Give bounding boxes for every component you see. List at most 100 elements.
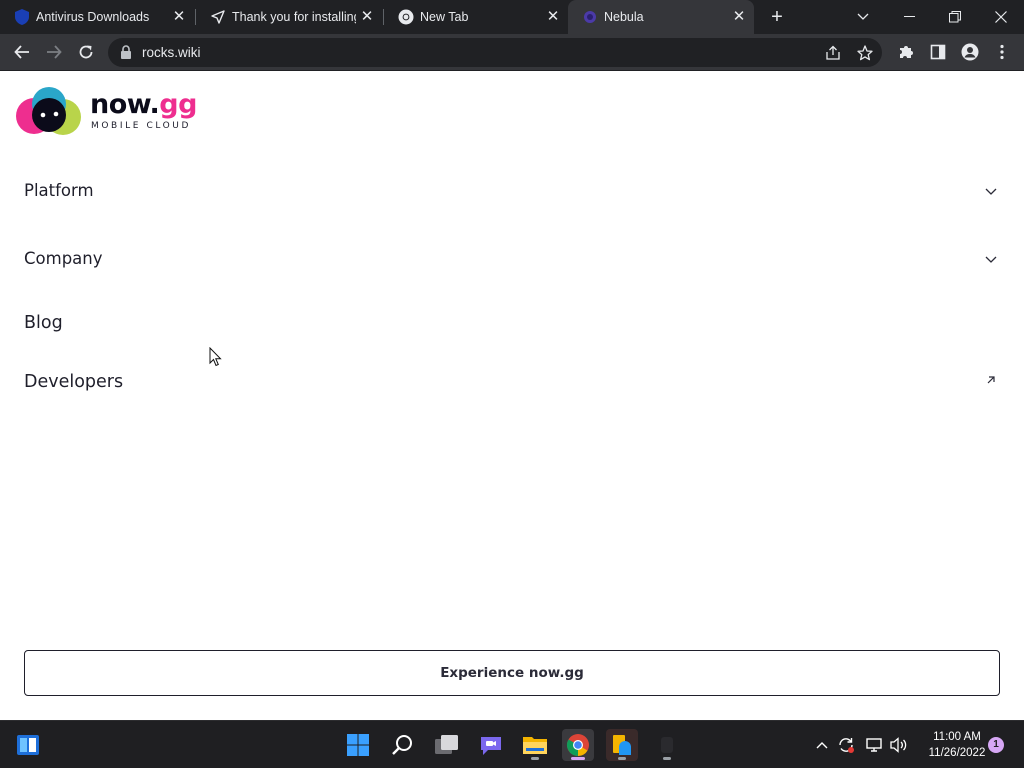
chevron-down-icon [985, 188, 997, 195]
clock-date: 11/26/2022 [928, 747, 986, 759]
shield-icon [14, 9, 30, 25]
task-view-icon [435, 735, 458, 754]
network-button[interactable] [864, 735, 884, 755]
back-arrow-icon [14, 45, 29, 59]
tab-title: Thank you for installing [232, 10, 356, 24]
share-icon[interactable] [823, 43, 843, 63]
chrome-icon [567, 734, 589, 756]
forward-arrow-icon [47, 45, 62, 59]
tab-title: Antivirus Downloads [36, 10, 150, 24]
url-text[interactable]: rocks.wiki [142, 45, 201, 60]
nav-item-developers[interactable]: Developers [24, 367, 1000, 397]
tab-title: Nebula [604, 10, 644, 24]
minimize-icon [903, 16, 915, 17]
search-icon [392, 735, 412, 755]
tab-search-button[interactable] [840, 0, 886, 34]
reload-button[interactable] [74, 40, 98, 64]
forward-button[interactable] [42, 40, 66, 64]
experience-now-gg-button[interactable]: Experience now.gg [24, 650, 1000, 696]
close-window-button[interactable] [978, 0, 1024, 34]
windows-logo-icon [347, 734, 369, 756]
close-tab-icon[interactable]: ✕ [170, 8, 188, 26]
external-link-icon [987, 376, 995, 384]
network-icon [866, 738, 882, 752]
web-page: now.gg MOBILE CLOUD Platform Company Blo… [0, 71, 1024, 720]
lock-icon[interactable] [120, 45, 134, 59]
running-indicator [531, 757, 539, 760]
address-bar[interactable]: rocks.wiki [108, 38, 882, 67]
tab-title: New Tab [420, 10, 469, 24]
restore-icon [949, 11, 961, 23]
nebula-icon [582, 9, 598, 25]
volume-button[interactable] [889, 735, 909, 755]
widgets-button[interactable] [12, 729, 44, 761]
minimize-button[interactable] [886, 0, 932, 34]
nav-item-platform[interactable]: Platform [24, 176, 1000, 206]
puzzle-icon [900, 46, 913, 58]
file-explorer-button[interactable] [519, 729, 551, 761]
chrome-icon [398, 9, 414, 25]
teams-chat-button[interactable] [475, 729, 507, 761]
logo-mascot-icon [16, 87, 81, 135]
reload-icon [79, 45, 93, 59]
chrome-taskbar-button[interactable] [562, 729, 594, 761]
notification-badge[interactable]: 1 [988, 737, 1004, 753]
logo-word-accent: gg [159, 89, 197, 120]
dark-app-icon [661, 737, 673, 753]
extensions-button[interactable] [894, 40, 918, 64]
close-tab-icon[interactable]: ✕ [730, 8, 748, 26]
app-icon [613, 735, 631, 755]
nav-item-label: Platform [24, 181, 94, 200]
nav-item-label: Developers [24, 372, 124, 392]
browser-tab-strip: Antivirus Downloads ✕ Thank you for inst… [0, 0, 1024, 34]
running-indicator [663, 757, 671, 760]
profile-button[interactable] [958, 40, 982, 64]
mouse-cursor-icon [209, 347, 222, 367]
close-tab-icon[interactable]: ✕ [358, 8, 376, 26]
chat-icon [481, 737, 501, 755]
new-tab-button[interactable]: + [766, 6, 788, 28]
nav-item-blog[interactable]: Blog [24, 308, 1000, 338]
widgets-icon [17, 735, 39, 755]
tab-thank-you[interactable]: Thank you for installing ✕ [196, 0, 382, 34]
bookmark-star-icon[interactable] [855, 43, 875, 63]
chevron-down-icon [985, 256, 997, 263]
menu-button[interactable] [990, 40, 1014, 64]
nav-item-company[interactable]: Company [24, 244, 1000, 274]
app-taskbar-button[interactable] [606, 729, 638, 761]
close-icon [995, 11, 1007, 23]
search-button[interactable] [387, 729, 419, 761]
folder-icon [523, 737, 547, 754]
chevron-up-icon [816, 742, 828, 749]
windows-taskbar: 11:00 AM 11/26/2022 1 [0, 720, 1024, 768]
now-gg-logo[interactable]: now.gg MOBILE CLOUD [16, 87, 206, 137]
side-panel-icon [930, 44, 946, 60]
clock-time: 11:00 AM [933, 731, 981, 743]
task-view-button[interactable] [431, 729, 463, 761]
sync-status-button[interactable] [836, 735, 856, 755]
restore-button[interactable] [932, 0, 978, 34]
sync-icon [839, 738, 854, 753]
system-clock[interactable]: 11:00 AM 11/26/2022 [916, 729, 998, 761]
nav-item-label: Blog [24, 313, 63, 333]
tab-nebula[interactable]: Nebula ✕ [568, 0, 754, 34]
active-indicator [571, 757, 585, 760]
logo-wordmark: now.gg [90, 89, 197, 121]
arrow-icon [210, 9, 226, 25]
back-button[interactable] [10, 40, 34, 64]
side-panel-button[interactable] [926, 40, 950, 64]
tab-antivirus-downloads[interactable]: Antivirus Downloads ✕ [0, 0, 194, 34]
kebab-menu-icon [1000, 44, 1004, 60]
tab-new-tab[interactable]: New Tab ✕ [384, 0, 568, 34]
logo-subtitle: MOBILE CLOUD [91, 121, 192, 131]
close-tab-icon[interactable]: ✕ [544, 8, 562, 26]
running-indicator [618, 757, 626, 760]
browser-toolbar: rocks.wiki [0, 34, 1024, 71]
chevron-down-icon [857, 13, 869, 20]
start-button[interactable] [342, 729, 374, 761]
show-hidden-icons-button[interactable] [812, 735, 832, 755]
dark-app-taskbar-button[interactable] [651, 729, 683, 761]
logo-word-main: now. [90, 89, 160, 120]
speaker-icon [890, 737, 907, 753]
account-icon [961, 43, 979, 61]
